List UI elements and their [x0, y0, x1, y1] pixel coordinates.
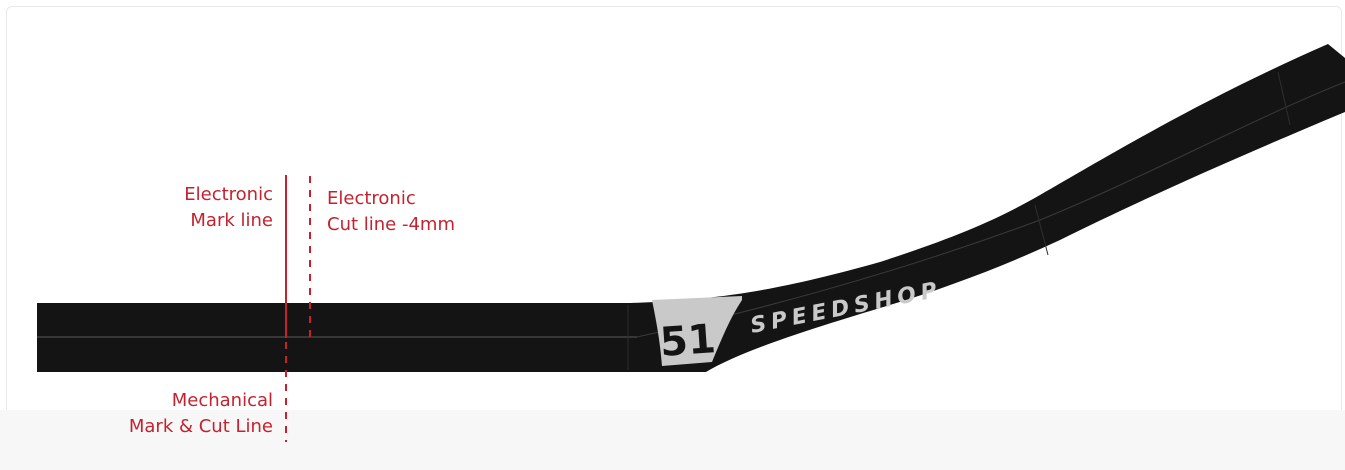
electronic-mark-label-line2: Mark line	[190, 210, 273, 231]
mechanical-mark-label: Mechanical Mark & Cut Line	[129, 388, 273, 440]
mechanical-mark-label-line1: Mechanical	[171, 390, 273, 411]
electronic-cut-label: Electronic Cut line -4mm	[327, 186, 455, 238]
badge-number: 51	[658, 316, 717, 366]
handlebar-rise-section	[630, 44, 1345, 372]
electronic-cut-label-line2: Cut line -4mm	[327, 214, 455, 235]
mechanical-mark-label-line2: Mark & Cut Line	[128, 416, 273, 437]
electronic-mark-label-line1: Electronic	[184, 184, 273, 205]
electronic-cut-label-line1: Electronic	[327, 188, 416, 209]
electronic-mark-label: Electronic Mark line	[184, 182, 273, 234]
